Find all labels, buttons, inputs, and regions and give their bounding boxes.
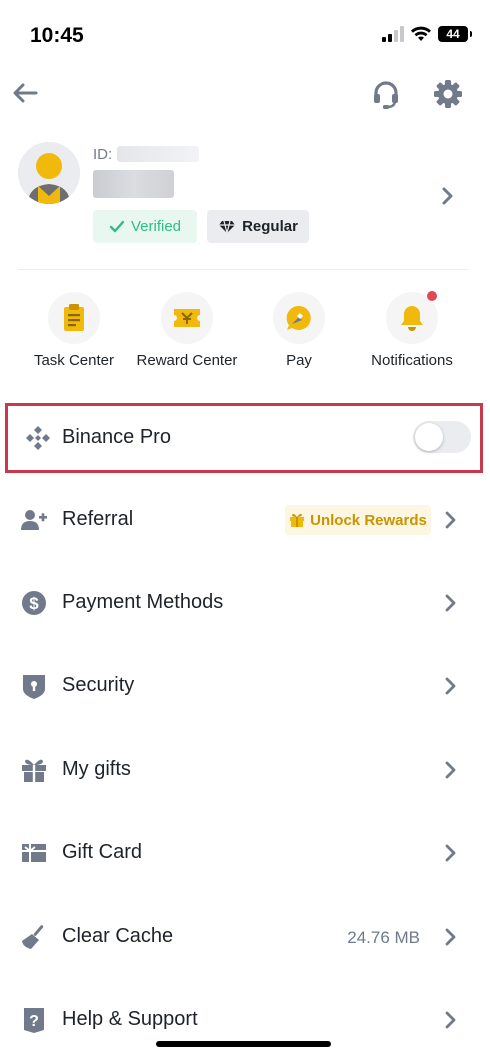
checkmark-icon <box>109 220 125 232</box>
shortcut-pay[interactable]: Pay <box>243 290 355 380</box>
menu-item-label: My gifts <box>62 758 131 780</box>
gear-icon[interactable] <box>432 78 464 110</box>
gift-icon <box>290 513 305 527</box>
status-bar: 10:45 44 <box>0 0 490 70</box>
binance-pro-row[interactable]: Binance Pro <box>5 403 483 473</box>
help-icon: ? <box>24 1008 44 1033</box>
menu-item-my-gifts[interactable]: My gifts <box>0 740 490 800</box>
ticket-icon <box>174 309 200 327</box>
dollar-icon: $ <box>22 591 46 615</box>
chevron-right-icon[interactable] <box>438 184 458 208</box>
shortcut-reward-center[interactable]: Reward Center <box>131 290 243 380</box>
gift-card-icon <box>22 844 46 862</box>
svg-text:?: ? <box>29 1013 39 1030</box>
unlock-rewards-label: Unlock Rewards <box>310 511 427 529</box>
menu-item-label: Payment Methods <box>62 591 224 613</box>
wifi-icon <box>411 26 431 41</box>
profile-section[interactable]: ID: Verified Regular <box>0 140 490 250</box>
top-nav <box>0 70 490 120</box>
binance-pro-toggle[interactable] <box>413 421 471 453</box>
verified-label: Verified <box>130 218 182 235</box>
chevron-right-icon <box>445 1011 456 1029</box>
menu-item-label: Clear Cache <box>62 925 174 947</box>
chevron-right-icon <box>445 761 456 779</box>
menu-item-referral[interactable]: Referral Unlock Rewards <box>0 490 490 550</box>
home-indicator[interactable] <box>156 1041 331 1047</box>
pay-icon <box>286 305 311 330</box>
cache-size-value: 24.76 MB <box>347 928 420 947</box>
binance-logo-icon <box>26 426 50 450</box>
chevron-right-icon <box>445 844 456 862</box>
bell-icon <box>401 306 423 331</box>
tier-label: Regular <box>242 218 298 235</box>
chevron-right-icon <box>445 677 456 695</box>
avatar-illustration-icon <box>18 142 80 204</box>
shortcut-icon-circle <box>161 292 213 344</box>
chevron-right-icon <box>445 928 456 946</box>
broom-icon <box>22 925 44 949</box>
verified-badge[interactable]: Verified <box>93 210 197 243</box>
back-arrow-icon[interactable] <box>10 78 40 108</box>
user-id-redacted <box>117 146 199 162</box>
battery-indicator: 44 <box>438 26 472 42</box>
toggle-knob <box>415 423 443 451</box>
shortcut-icon-circle <box>273 292 325 344</box>
unread-dot <box>427 291 437 301</box>
menu-item-security[interactable]: Security <box>0 656 490 716</box>
menu-item-label: Referral <box>62 508 134 530</box>
chevron-right-icon <box>445 511 456 529</box>
shortcut-notifications[interactable]: Notifications <box>356 290 468 380</box>
binance-pro-label: Binance Pro <box>62 426 171 448</box>
menu-item-label: Help & Support <box>62 1008 198 1030</box>
vip-tier-badge[interactable]: Regular <box>207 210 309 243</box>
clipboard-icon <box>64 304 84 331</box>
shield-icon <box>23 675 45 699</box>
menu-item-clear-cache[interactable]: Clear Cache 24.76 MB <box>0 907 490 967</box>
status-icons: 44 <box>382 26 472 42</box>
menu-item-gift-card[interactable]: Gift Card <box>0 823 490 883</box>
menu-item-label: Gift Card <box>62 841 143 863</box>
user-id-label: ID: <box>93 146 113 163</box>
shortcut-label: Notifications <box>371 352 453 369</box>
menu-item-payment-methods[interactable]: $ Payment Methods <box>0 573 490 633</box>
cellular-signal-icon <box>382 26 404 42</box>
chevron-right-icon <box>445 594 456 612</box>
avatar[interactable] <box>18 142 80 204</box>
shortcut-icon-circle <box>48 292 100 344</box>
diamond-icon <box>219 220 236 233</box>
headset-support-icon[interactable] <box>370 78 402 110</box>
add-user-icon <box>21 510 47 530</box>
user-name-redacted <box>93 170 174 198</box>
svg-text:$: $ <box>29 594 39 613</box>
shortcut-task-center[interactable]: Task Center <box>18 290 130 380</box>
shortcut-grid: Task Center Reward Center Pay Notificati… <box>0 290 490 380</box>
unlock-rewards-badge[interactable]: Unlock Rewards <box>285 505 431 535</box>
menu-item-label: Security <box>62 674 135 696</box>
gift-icon <box>22 759 46 782</box>
divider <box>18 269 468 270</box>
status-time: 10:45 <box>30 24 84 47</box>
